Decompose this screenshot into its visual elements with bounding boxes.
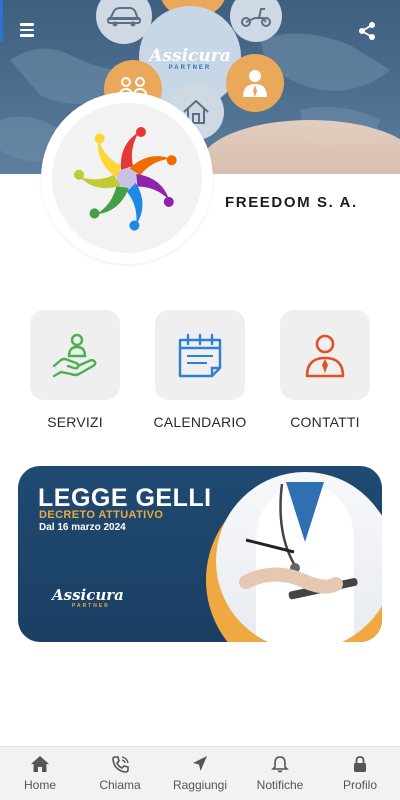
share-icon: [359, 22, 375, 40]
nav-home[interactable]: Home: [0, 747, 80, 800]
contatti-label[interactable]: CONTATTI: [265, 414, 385, 430]
phone-icon: [112, 756, 129, 773]
hand-person-icon: [52, 333, 97, 378]
nav-home-label: Home: [23, 778, 56, 792]
company-logo-inner: [52, 103, 202, 253]
navigation-arrow-icon: [193, 756, 207, 771]
calendario-label[interactable]: CALENDARIO: [140, 414, 260, 430]
agent-bubble: [226, 54, 284, 112]
doctor-illustration: [239, 482, 358, 642]
nav-profilo[interactable]: Profilo: [320, 747, 400, 800]
scooter-icon: [241, 8, 271, 27]
side-accent-bar: [0, 0, 3, 42]
banner-subtitle: DECRETO ATTUATIVO: [39, 509, 164, 521]
company-name: FREEDOM S. A.: [225, 194, 358, 211]
hamburger-menu-icon-line: [20, 23, 34, 26]
nav-chiama-label: Chiama: [99, 778, 141, 792]
company-logo: [41, 92, 213, 264]
servizi-tile[interactable]: [30, 310, 120, 400]
app-screen: Assicura PARTNER FREEDOM S. A. SERVIZI C…: [0, 0, 400, 800]
contact-person-icon: [305, 334, 345, 378]
nav-profilo-label: Profilo: [342, 778, 377, 792]
hamburger-menu-icon-line: [20, 34, 34, 37]
nav-chiama[interactable]: Chiama: [80, 747, 160, 800]
brand-logo: Assicura PARTNER: [149, 45, 231, 71]
nav-notifiche[interactable]: Notifiche: [240, 747, 320, 800]
banner-date: Dal 16 marzo 2024: [39, 522, 126, 533]
bell-icon: [271, 756, 289, 773]
brand-logo-text: Assicura: [149, 45, 231, 66]
lock-icon: [354, 756, 366, 772]
home-icon: [31, 756, 49, 772]
nav-notifiche-label: Notifiche: [256, 778, 304, 792]
banner-brand-logo: Assicura PARTNER: [52, 586, 124, 610]
contatti-tile[interactable]: [280, 310, 370, 400]
calendar-icon: [178, 333, 222, 378]
people-circle-logo-icon: [74, 127, 177, 231]
hamburger-menu-icon-line: [20, 28, 34, 31]
bottom-navigation: Home Chiama Raggiungi Notifiche Profilo: [0, 746, 400, 800]
banner-logo-text: Assicura: [52, 586, 124, 604]
legge-gelli-banner[interactable]: LEGGE GELLI DECRETO ATTUATIVO Dal 16 mar…: [18, 466, 382, 642]
share-button[interactable]: [356, 20, 378, 42]
doctor-photo: [216, 472, 382, 642]
agent-icon: [243, 70, 267, 97]
nav-raggiungi-label: Raggiungi: [172, 778, 228, 792]
menu-button[interactable]: [20, 20, 46, 44]
car-icon: [107, 7, 141, 27]
nav-raggiungi[interactable]: Raggiungi: [160, 747, 240, 800]
servizi-label[interactable]: SERVIZI: [15, 414, 135, 430]
calendario-tile[interactable]: [155, 310, 245, 400]
